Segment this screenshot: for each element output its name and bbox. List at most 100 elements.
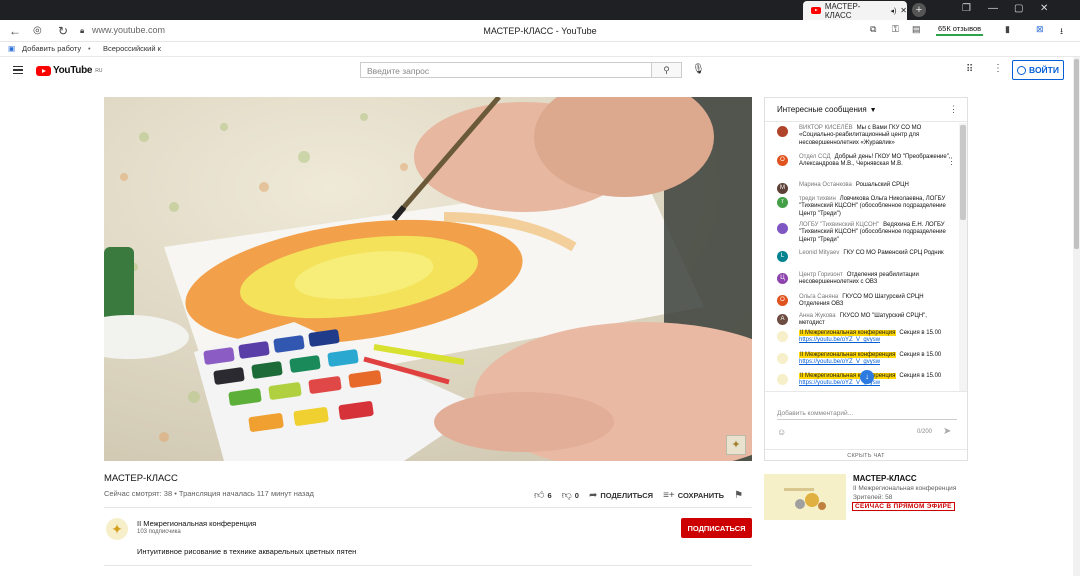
channel-subscribers: 103 подписчика bbox=[137, 529, 181, 535]
chat-text: Секция в 15.00 bbox=[899, 373, 942, 379]
flag-icon: ⚑ bbox=[734, 489, 744, 501]
search-icon: ⚲ bbox=[663, 65, 670, 75]
video-player[interactable]: ✦ bbox=[104, 97, 752, 461]
reader-icon[interactable]: ▤ bbox=[912, 24, 921, 35]
key-icon[interactable]: ⚿ bbox=[892, 24, 899, 35]
search-button[interactable]: ⚲ bbox=[652, 62, 682, 78]
chat-author[interactable]: II Межрегиональная конференция bbox=[799, 352, 897, 358]
channel-watermark-icon[interactable]: ✦ bbox=[726, 435, 746, 455]
window-close-button[interactable]: ✕ bbox=[1040, 3, 1048, 14]
video-actions: 👍︎ 6 👎︎ 0 ➦ ПОДЕЛИТЬСЯ ≡+ СОХРАНИТЬ ⚑ bbox=[534, 488, 746, 502]
chat-message[interactable]: т треди тихвин Ловчикова Ольга Николаевна,… bbox=[777, 196, 953, 218]
chat-author[interactable]: ЛОГБУ "Тихвинский КЦСОН" bbox=[799, 222, 879, 228]
chat-text: ГКУ СО МО Раменский СРЦ Родник bbox=[843, 250, 944, 256]
settings-dots-icon[interactable]: ⋮ bbox=[993, 63, 1003, 74]
extensions-icon[interactable]: ⊠ bbox=[1036, 24, 1044, 35]
chat-author[interactable]: Отдел ССД bbox=[799, 154, 831, 160]
chat-avatar: М bbox=[777, 183, 788, 194]
chat-scrollbar[interactable] bbox=[959, 123, 967, 391]
search-input[interactable]: Введите запрос bbox=[360, 62, 652, 78]
reviews-badge[interactable]: 65К отзывов bbox=[936, 23, 984, 36]
subscribe-button[interactable]: ПОДПИСАТЬСЯ bbox=[681, 518, 752, 538]
save-button[interactable]: ≡+ СОХРАНИТЬ bbox=[663, 490, 724, 501]
related-thumbnail[interactable] bbox=[764, 474, 846, 520]
related-channel: II Межрегиональная конференция bbox=[853, 485, 957, 492]
browser-nav-bar: ← ◎ ↻ 🔒︎ www.youtube.com МАСТЕР-КЛАСС - … bbox=[0, 20, 1080, 42]
chat-author[interactable]: Центр Горизонт bbox=[799, 272, 843, 278]
chat-author[interactable]: II Межрегиональная конференция bbox=[799, 373, 897, 379]
bookmark-item-1[interactable]: Добавить работу bbox=[22, 44, 81, 53]
microphone-icon[interactable]: 🎙︎ bbox=[692, 64, 705, 75]
download-icon[interactable]: ⭳ bbox=[1060, 24, 1063, 40]
chat-message[interactable]: Ц Центр Горизонт Отделения реабилитации не… bbox=[777, 272, 953, 287]
send-icon[interactable]: ➤ bbox=[943, 426, 951, 437]
chat-message[interactable]: L Leonid Mityaev ГКУ СО МО Раменский СРЦ Р… bbox=[777, 250, 953, 262]
browser-tab-active[interactable]: МАСТЕР-КЛАСС ◂) ✕ bbox=[803, 1, 907, 20]
chat-message[interactable]: ЛОГБУ "Тихвинский КЦСОН" Ведяхина Е.Н. ЛО… bbox=[777, 222, 953, 244]
new-tab-button[interactable]: + bbox=[912, 3, 926, 17]
chat-menu-icon[interactable]: ⋮ bbox=[949, 104, 958, 115]
like-button[interactable]: 👍︎ 6 bbox=[534, 489, 552, 501]
youtube-logo-text: YouTube bbox=[53, 65, 93, 76]
chat-avatar bbox=[777, 223, 788, 234]
chat-message[interactable]: О Отдел ССД Добрый день! ГКОУ МО "Преображ… bbox=[777, 154, 953, 169]
chat-author[interactable]: II Межрегиональная конференция bbox=[799, 330, 897, 336]
chat-message[interactable]: О Ольга Саняна ГКУСО МО Шатурский СРЦН Отд… bbox=[777, 294, 953, 309]
chat-avatar: т bbox=[777, 197, 788, 208]
signin-button[interactable]: ВОЙТИ bbox=[1012, 60, 1064, 80]
video-title: МАСТЕР-КЛАСС bbox=[104, 473, 178, 484]
video-description: Интуитивное рисование в технике акварель… bbox=[137, 547, 357, 556]
thumbs-down-icon: 👎︎ bbox=[561, 490, 572, 501]
chat-author[interactable]: ВИКТОР КИСЕЛЁВ bbox=[799, 125, 853, 131]
related-thumbnail-image bbox=[764, 474, 846, 520]
share-button[interactable]: ➦ ПОДЕЛИТЬСЯ bbox=[589, 490, 653, 501]
tab-close-icon[interactable]: ✕ bbox=[900, 6, 907, 15]
live-chat: Интересные сообщения ▼ ⋮ ВИКТОР КИСЕЛЁВ Мы… bbox=[764, 97, 968, 461]
chevron-down-icon: ▼ bbox=[869, 107, 877, 114]
chat-author[interactable]: Марина Останкова bbox=[799, 182, 852, 188]
chat-author[interactable]: треди тихвин bbox=[799, 196, 836, 202]
minimize-button[interactable]: — bbox=[988, 3, 998, 14]
tab-audio-icon[interactable]: ◂) bbox=[890, 7, 896, 15]
report-button[interactable]: ⚑ bbox=[734, 490, 746, 501]
restore-button[interactable]: ▢ bbox=[1014, 3, 1023, 14]
scroll-down-button[interactable]: ↓ bbox=[860, 370, 874, 384]
bookmark-icon[interactable]: ▮ bbox=[1005, 24, 1010, 35]
bookmark-item-2[interactable]: Всероссийский к bbox=[103, 44, 161, 53]
live-badge: СЕЙЧАС В ПРЯМОМ ЭФИРЕ bbox=[852, 502, 955, 511]
youtube-logo[interactable]: YouTube RU bbox=[36, 65, 102, 76]
chat-author[interactable]: Leonid Mityaev bbox=[799, 250, 839, 256]
page-scrollbar[interactable] bbox=[1073, 57, 1080, 576]
chat-header[interactable]: Интересные сообщения ▼ bbox=[765, 98, 967, 122]
chat-link[interactable]: https://youtu.be/oYZ_V_gvysw bbox=[799, 337, 880, 343]
chat-message-list[interactable]: ВИКТОР КИСЕЛЁВ Мы с Вами ГКУ СО МО «Социа… bbox=[765, 123, 959, 391]
chat-author[interactable]: Ольга Саняна bbox=[799, 294, 838, 300]
char-counter: 0/200 bbox=[917, 429, 933, 435]
dislike-button[interactable]: 👎︎ 0 bbox=[562, 489, 579, 501]
chat-message[interactable]: ВИКТОР КИСЕЛЁВ Мы с Вами ГКУ СО МО «Социа… bbox=[777, 125, 953, 147]
chat-message[interactable]: II Межрегиональная конференция Секция в 1… bbox=[777, 330, 953, 345]
channel-name[interactable]: II Межрегиональная конференция bbox=[137, 519, 256, 528]
bookmark-dot-icon: • bbox=[88, 44, 91, 53]
channel-avatar[interactable]: ✦ bbox=[106, 518, 128, 540]
chat-message[interactable]: М Марина Останкова Рошальский СРЦН bbox=[777, 182, 953, 194]
hamburger-menu-icon[interactable] bbox=[13, 66, 23, 74]
playlist-add-icon: ≡+ bbox=[663, 489, 675, 501]
account-icon bbox=[1017, 65, 1027, 75]
bookmark-file-icon: ▣ bbox=[8, 44, 16, 53]
emoji-icon[interactable]: ☺ bbox=[777, 427, 786, 437]
chat-author[interactable]: Анна Жукова bbox=[799, 313, 836, 319]
chat-message[interactable]: II Межрегиональная конференция Секция в 1… bbox=[777, 352, 953, 367]
chat-text: Рошальский СРЦН bbox=[855, 182, 909, 188]
chat-input[interactable]: Добавить комментарий... bbox=[777, 410, 853, 417]
chat-link[interactable]: https://youtu.be/oYZ_V_gvysw bbox=[799, 359, 880, 365]
youtube-play-icon bbox=[36, 65, 51, 76]
chat-message[interactable]: А Анна Жукова ГКУСО МО "Шатурский СРЦН", м… bbox=[777, 313, 953, 328]
hide-chat-button[interactable]: СКРЫТЬ ЧАТ bbox=[765, 449, 967, 461]
translate-icon[interactable]: ⧉ bbox=[870, 24, 876, 35]
tabs-icon[interactable]: ❐ bbox=[962, 3, 971, 14]
chat-avatar bbox=[777, 353, 788, 364]
message-menu-icon[interactable]: ⋮ bbox=[947, 156, 956, 167]
related-title[interactable]: МАСТЕР-КЛАСС bbox=[853, 474, 917, 483]
apps-grid-icon[interactable]: ⠿ bbox=[966, 64, 973, 75]
